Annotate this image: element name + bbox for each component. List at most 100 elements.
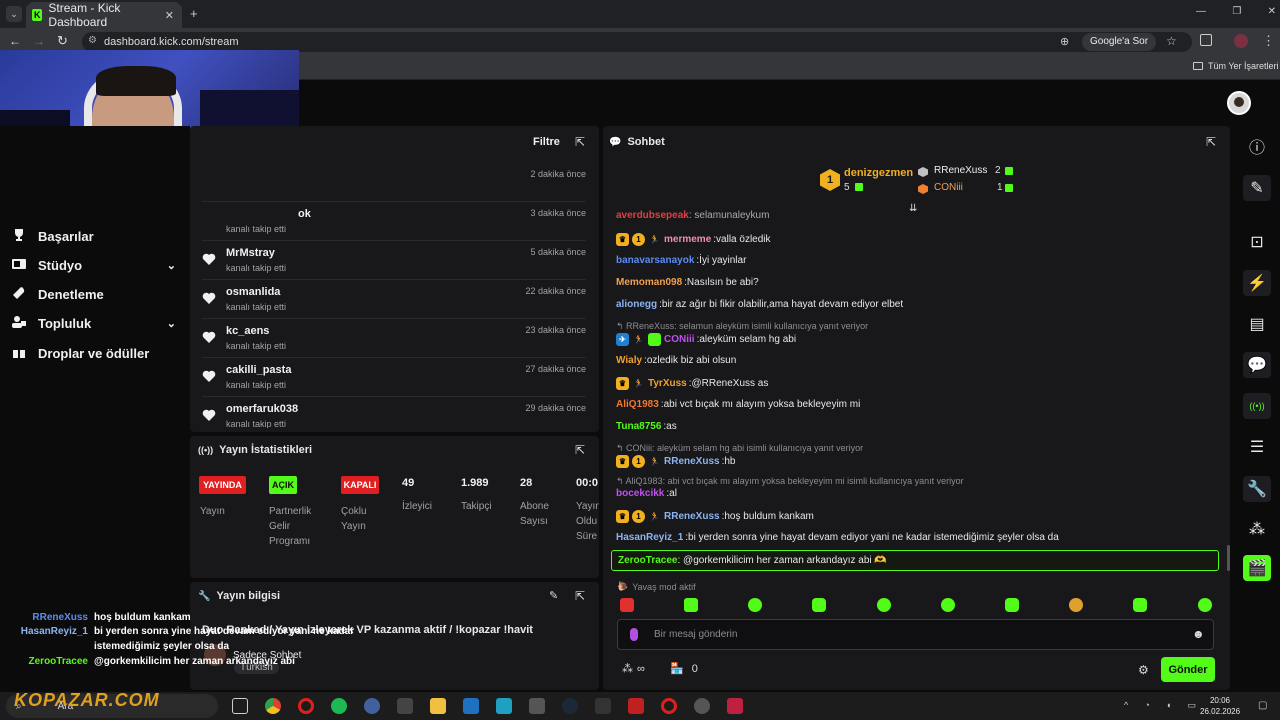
close-tab-icon[interactable]: ✕ bbox=[165, 9, 174, 22]
url-field[interactable]: ⚙ dashboard.kick.com/stream ⊕ Google'a S… bbox=[82, 32, 1192, 52]
follower-name[interactable]: omerfaruk038 bbox=[226, 403, 298, 415]
chat-username[interactable]: RReneXuss bbox=[664, 511, 720, 522]
sidebar-item-moderation[interactable]: Denetleme bbox=[12, 284, 104, 304]
follower-name[interactable]: kc_aens bbox=[226, 325, 269, 337]
wrench-icon[interactable]: 🔧 bbox=[1243, 476, 1271, 502]
sidebar-item-studio[interactable]: Stüdyo ⌄ bbox=[12, 255, 176, 275]
emote-icon[interactable] bbox=[941, 598, 955, 612]
forward-icon[interactable]: → bbox=[33, 34, 45, 48]
new-tab-icon[interactable]: + bbox=[190, 6, 198, 21]
popout-icon[interactable]: ⇱ bbox=[1206, 135, 1216, 149]
chat-username[interactable]: Memoman098 bbox=[616, 277, 682, 288]
profile-avatar[interactable] bbox=[1234, 34, 1248, 48]
browser-menu-icon[interactable]: ⋮ bbox=[1262, 33, 1275, 49]
follower-name[interactable]: MrMstray bbox=[226, 247, 275, 259]
network-icon[interactable]: ◔ bbox=[1144, 700, 1149, 712]
clapper-icon[interactable]: 🎬 bbox=[1243, 555, 1271, 581]
emoji-icon[interactable]: ☻ bbox=[1192, 627, 1205, 641]
app-icon[interactable] bbox=[364, 698, 380, 714]
app-icon[interactable] bbox=[463, 698, 479, 714]
sidebar-item-community[interactable]: Topluluk ⌄ bbox=[12, 313, 176, 333]
clock[interactable]: 20:06 26.02.2026 bbox=[1200, 695, 1240, 717]
edit-icon[interactable]: ✎ bbox=[549, 589, 558, 602]
info-icon[interactable]: ⓘ bbox=[1243, 133, 1271, 159]
follower-name[interactable]: ok bbox=[298, 208, 311, 220]
chat-username[interactable]: HasanReyiz_1 bbox=[616, 532, 683, 543]
chat-username[interactable]: banavarsanayok bbox=[616, 255, 694, 266]
app-icon[interactable] bbox=[496, 698, 512, 714]
chat-username[interactable]: Wialy bbox=[616, 355, 642, 366]
emote-icon[interactable] bbox=[1069, 598, 1083, 612]
app-icon[interactable] bbox=[694, 698, 710, 714]
chat-username[interactable]: RReneXuss bbox=[664, 456, 720, 467]
tab-menu-icon[interactable]: ⌄ bbox=[6, 6, 22, 22]
user-avatar[interactable] bbox=[1227, 91, 1251, 115]
notification-icon[interactable]: ▢ bbox=[1258, 700, 1267, 711]
document-icon[interactable]: ▤ bbox=[1243, 311, 1271, 337]
edit-icon[interactable]: ✎ bbox=[1243, 175, 1271, 201]
battery-icon[interactable]: ▭ bbox=[1187, 700, 1196, 712]
sidebar-item-achievements[interactable]: Başarılar bbox=[12, 226, 94, 246]
chat-username[interactable]: TyrXuss bbox=[648, 378, 687, 389]
epic-icon[interactable] bbox=[595, 698, 611, 714]
close-window-icon[interactable]: ✕ bbox=[1268, 6, 1276, 20]
follower-name[interactable]: cakilli_pasta bbox=[226, 364, 291, 376]
spotify-icon[interactable] bbox=[331, 698, 347, 714]
emote-icon[interactable] bbox=[1005, 598, 1019, 612]
site-info-icon[interactable]: ⚙ bbox=[88, 35, 97, 46]
popout-icon[interactable]: ⇱ bbox=[575, 589, 585, 603]
chat-username[interactable]: mermeme bbox=[664, 234, 711, 245]
app-icon[interactable] bbox=[628, 698, 644, 714]
send-button[interactable]: Gönder bbox=[1161, 657, 1215, 682]
emote-icon[interactable] bbox=[684, 598, 698, 612]
chat-username[interactable]: Tuna8756 bbox=[616, 421, 661, 432]
emote-icon[interactable] bbox=[748, 598, 762, 612]
chat-username[interactable]: CONiii bbox=[664, 334, 695, 345]
chevron-down-icon[interactable]: ⌄ bbox=[167, 259, 176, 272]
extensions-icon[interactable] bbox=[1200, 34, 1212, 46]
reload-icon[interactable]: ↻ bbox=[57, 33, 68, 49]
channel-points[interactable]: 🏪 0 bbox=[670, 662, 698, 676]
lightning-icon[interactable]: ⚡ bbox=[1243, 270, 1271, 296]
chat-settings-icon[interactable]: ⚙ bbox=[1138, 663, 1149, 677]
microphone-icon[interactable] bbox=[630, 628, 638, 641]
app-icon[interactable] bbox=[727, 698, 743, 714]
server-icon[interactable]: ☰ bbox=[1243, 434, 1271, 460]
share-icon[interactable]: ⁂ bbox=[1243, 516, 1271, 542]
chat-icon[interactable]: 💬 bbox=[1243, 352, 1271, 378]
broadcast-icon[interactable]: ((•)) bbox=[1243, 393, 1271, 419]
chat-username[interactable]: ZerooTracee bbox=[618, 555, 677, 566]
bookmark-star-icon[interactable]: ☆ bbox=[1166, 34, 1177, 48]
folder-icon[interactable] bbox=[430, 698, 446, 714]
chat-username[interactable]: bocekcikk bbox=[616, 488, 664, 499]
app-icon[interactable] bbox=[397, 698, 413, 714]
chevron-up-icon[interactable]: ^ bbox=[1124, 700, 1128, 712]
emote-icon[interactable] bbox=[620, 598, 634, 612]
zoom-icon[interactable]: ⊕ bbox=[1060, 35, 1069, 48]
follower-name[interactable]: osmanlida bbox=[226, 286, 280, 298]
popout-icon[interactable]: ⇱ bbox=[575, 135, 585, 149]
capture-icon[interactable]: ⊡ bbox=[1243, 229, 1271, 255]
chrome-icon[interactable] bbox=[265, 698, 281, 714]
chat-username[interactable]: AliQ1983 bbox=[616, 399, 659, 410]
google-ask-button[interactable]: Google'a Sor bbox=[1082, 33, 1157, 51]
browser-tab[interactable]: K Stream - Kick Dashboard ✕ bbox=[26, 1, 182, 29]
chat-input[interactable]: Bir mesaj gönderin ☻ bbox=[617, 619, 1214, 650]
opera-icon[interactable] bbox=[298, 698, 314, 714]
popout-icon[interactable]: ⇱ bbox=[575, 443, 585, 457]
filter-button[interactable]: Filtre bbox=[533, 136, 560, 148]
volume-icon[interactable]: ◖ bbox=[1166, 700, 1171, 712]
chevron-down-icon[interactable]: ⌄ bbox=[167, 317, 176, 330]
chat-scrollbar[interactable] bbox=[1227, 545, 1230, 571]
back-icon[interactable]: ← bbox=[9, 34, 21, 48]
calculator-icon[interactable] bbox=[529, 698, 545, 714]
emote-icon[interactable] bbox=[877, 598, 891, 612]
steam-icon[interactable] bbox=[562, 698, 578, 714]
emote-icon[interactable] bbox=[1133, 598, 1147, 612]
sidebar-item-drops[interactable]: Droplar ve ödüller bbox=[12, 343, 149, 363]
minimize-icon[interactable]: — bbox=[1196, 6, 1206, 20]
task-view-icon[interactable] bbox=[232, 698, 248, 714]
all-bookmarks[interactable]: Tüm Yer İşaretleri bbox=[1193, 61, 1279, 71]
opera-icon[interactable] bbox=[661, 698, 677, 714]
emote-icon[interactable] bbox=[1198, 598, 1212, 612]
